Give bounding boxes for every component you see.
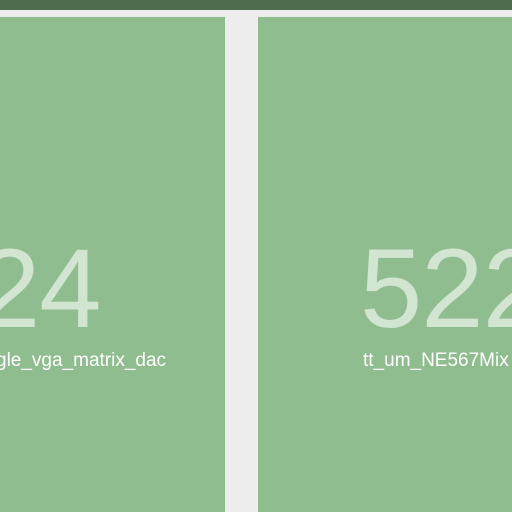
project-name: tt_um_NE567Mix: [363, 350, 509, 371]
project-tile-522[interactable]: 522 tt_um_NE567Mix: [258, 17, 512, 512]
header-bar: [0, 0, 512, 10]
project-number: 522: [360, 226, 512, 351]
project-name: gle_vga_matrix_dac: [0, 350, 167, 371]
project-tile-24[interactable]: 24 gle_vga_matrix_dac: [0, 17, 225, 512]
header-gap: [0, 10, 512, 17]
project-number: 24: [0, 226, 102, 351]
